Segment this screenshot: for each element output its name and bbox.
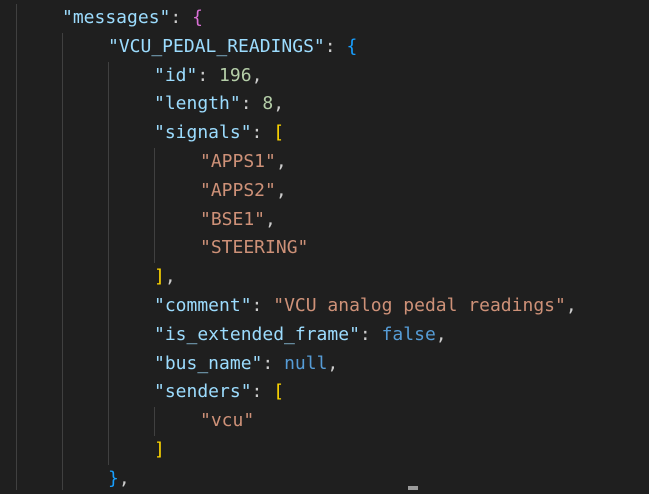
code-line[interactable]: "BSE1", [200, 206, 276, 235]
code-line[interactable]: "APPS1", [200, 148, 287, 177]
code-token: "comment" [154, 295, 252, 316]
code-line[interactable]: "is_extended_frame": false, [154, 321, 447, 350]
code-token: "APPS1" [200, 151, 276, 172]
code-token: "is_extended_frame" [154, 323, 360, 345]
code-token: ] [154, 439, 165, 460]
code-line[interactable]: "messages": { [62, 4, 203, 33]
code-token: : [359, 323, 382, 345]
code-token: "id" [154, 64, 198, 86]
code-line[interactable]: ] [154, 436, 165, 465]
code-token: } [108, 467, 119, 489]
code-token: : [262, 352, 285, 374]
code-token: , [164, 266, 176, 288]
code-token: "VCU_PEDAL_READINGS" [108, 35, 325, 57]
code-token: : [324, 35, 347, 57]
code-token: false [381, 323, 436, 345]
code-token: : [197, 64, 220, 86]
code-token: , [118, 467, 130, 489]
code-token: "BSE1" [200, 208, 266, 230]
code-token: , [275, 179, 287, 201]
code-token: : [251, 295, 274, 316]
code-token: [ [273, 381, 285, 403]
code-line[interactable]: "vcu" [200, 407, 254, 436]
code-token: { [346, 35, 358, 57]
code-token: , [327, 352, 339, 374]
code-token: "messages" [62, 7, 171, 28]
code-token: , [251, 64, 263, 86]
code-token: , [275, 151, 287, 172]
code-token: 8 [262, 93, 274, 115]
code-token: ] [154, 266, 165, 288]
code-token: 196 [219, 64, 252, 86]
code-token: "STEERING" [200, 237, 309, 259]
code-token: , [435, 323, 447, 345]
indent-guide [154, 407, 155, 436]
indent-guide [108, 61, 109, 465]
code-token: "bus_name" [154, 352, 263, 374]
code-token: "VCU analog pedal readings" [273, 295, 566, 316]
code-token: { [192, 7, 203, 28]
code-line[interactable]: "VCU_PEDAL_READINGS": { [108, 33, 357, 62]
scrollbar-marker[interactable] [408, 486, 418, 490]
code-token: "APPS2" [200, 179, 276, 201]
indent-guide [62, 32, 63, 490]
indent-guide [16, 4, 17, 490]
code-token: : [251, 381, 274, 403]
code-line[interactable]: ], [154, 263, 176, 292]
code-line[interactable]: "id": 196, [154, 62, 262, 91]
code-line[interactable]: "STEERING" [200, 234, 308, 263]
code-token: "senders" [154, 381, 252, 403]
code-token: [ [273, 122, 285, 144]
code-editor[interactable]: "messages": {"VCU_PEDAL_READINGS": {"id"… [0, 0, 649, 490]
indent-guide [154, 148, 155, 264]
code-token: : [170, 7, 193, 28]
code-token: null [284, 352, 328, 374]
code-token: : [251, 122, 274, 144]
code-token: "signals" [154, 122, 252, 144]
code-token: "length" [154, 93, 241, 115]
code-token: , [273, 93, 285, 115]
code-token: "vcu" [200, 410, 255, 432]
code-token: , [565, 295, 577, 316]
code-line[interactable]: "senders": [ [154, 378, 284, 407]
code-line[interactable]: "bus_name": null, [154, 350, 338, 379]
code-line[interactable]: "signals": [ [154, 119, 284, 148]
code-token: , [265, 208, 276, 230]
code-line[interactable]: "APPS2", [200, 177, 287, 206]
code-line[interactable]: "length": 8, [154, 90, 284, 119]
code-token: : [240, 93, 263, 115]
code-line[interactable]: }, [108, 465, 130, 494]
code-line[interactable]: "comment": "VCU analog pedal readings", [154, 292, 577, 321]
